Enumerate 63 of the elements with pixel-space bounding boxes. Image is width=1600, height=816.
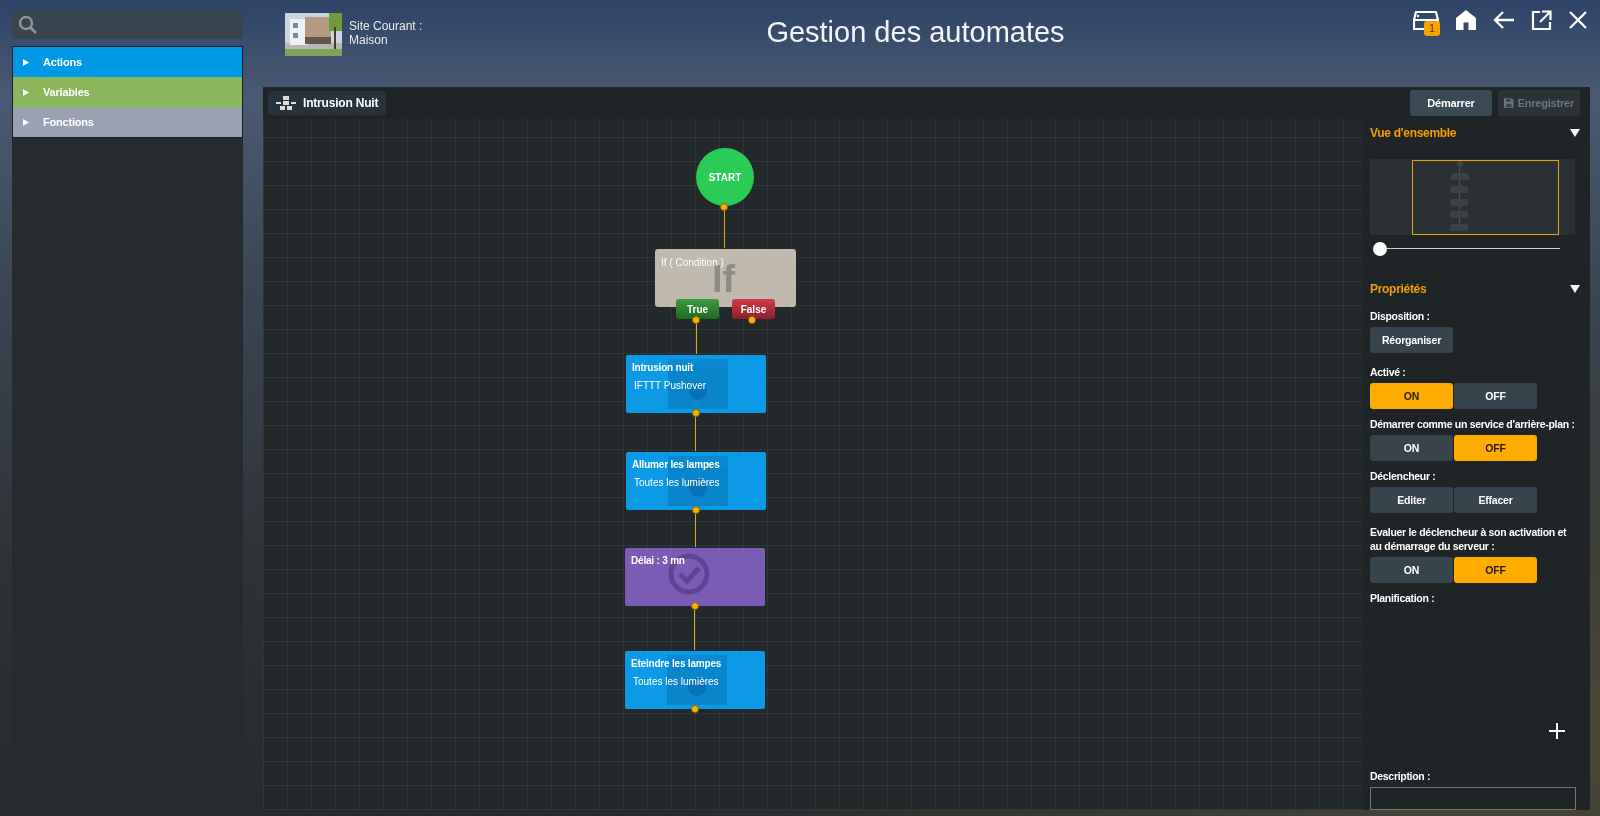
caret-icon[interactable]: [1570, 129, 1580, 137]
field-label: Déclencheur :: [1370, 469, 1437, 483]
action-node[interactable]: Allumer les lampes Toutes les lumières: [626, 452, 766, 510]
triangle-icon: [23, 118, 29, 126]
off-option[interactable]: OFF: [1454, 557, 1537, 583]
connector-dot[interactable]: [691, 602, 699, 610]
action-node[interactable]: Intrusion nuit IFTTT Pushover: [626, 355, 766, 413]
section-title: Vue d'ensemble: [1370, 126, 1457, 140]
connector-dot[interactable]: [748, 316, 756, 324]
on-option[interactable]: ON: [1370, 435, 1453, 461]
flowchart-icon: [276, 96, 296, 110]
page-title: Gestion des automates: [766, 16, 1065, 49]
save-icon: [1504, 96, 1514, 110]
connector-dot[interactable]: [720, 203, 728, 211]
connector-line: [695, 514, 696, 547]
back-icon[interactable]: [1493, 10, 1515, 30]
triangle-icon: [23, 58, 29, 66]
field-label: Activé :: [1370, 365, 1407, 379]
connector-line: [694, 610, 695, 650]
off-option[interactable]: OFF: [1454, 435, 1537, 461]
delay-node[interactable]: Délai : 3 mn: [625, 548, 765, 606]
inbox-icon[interactable]: [1413, 8, 1439, 32]
add-icon[interactable]: [1549, 723, 1565, 739]
connector-line: [724, 211, 725, 248]
off-option[interactable]: OFF: [1454, 383, 1537, 409]
on-option[interactable]: ON: [1370, 383, 1453, 409]
start-button[interactable]: Démarrer: [1410, 90, 1492, 116]
connector-line: [695, 417, 696, 451]
clapperboard-icon: [667, 655, 727, 705]
property-button[interactable]: Effacer: [1454, 487, 1537, 513]
action-node[interactable]: Eteindre les lampes Toutes les lumières: [625, 651, 765, 709]
section-title: Propriétés: [1370, 282, 1427, 296]
connector-dot[interactable]: [692, 316, 700, 324]
field-label: Evaluer le déclencheur à son activation et au démarrage du serveur :: [1370, 525, 1568, 553]
field-label: Disposition :: [1370, 309, 1431, 323]
notification-badge: 1: [1424, 21, 1441, 36]
property-button[interactable]: Editer: [1370, 487, 1453, 513]
automate-tab[interactable]: Intrusion Nuit: [268, 91, 387, 115]
site-label: Site Courant :: [349, 19, 423, 33]
minimap-drawing[interactable]: [1370, 159, 1575, 235]
close-icon[interactable]: [1568, 10, 1588, 30]
true-branch[interactable]: True: [676, 299, 719, 319]
caret-icon[interactable]: [1570, 285, 1580, 293]
clapperboard-icon: [668, 456, 728, 506]
open-external-icon[interactable]: [1531, 9, 1552, 31]
connector-dot[interactable]: [692, 409, 700, 417]
site-name: Maison: [349, 33, 389, 47]
field-label: Description :: [1370, 769, 1432, 783]
slider-thumb[interactable]: [1373, 242, 1387, 256]
on-option[interactable]: ON: [1370, 557, 1453, 583]
field-label: Démarrer comme un service d'arrière-plan :: [1370, 417, 1576, 431]
connector-dot[interactable]: [692, 506, 700, 514]
description-field[interactable]: [1370, 787, 1576, 810]
check-circle-icon: [667, 552, 711, 596]
field-label: Planification :: [1370, 591, 1436, 605]
property-button[interactable]: Réorganiser: [1370, 327, 1453, 353]
search-field[interactable]: [12, 11, 243, 39]
connector-line: [696, 324, 697, 354]
home-icon[interactable]: [1455, 9, 1477, 31]
triangle-icon: [23, 88, 29, 96]
connector-dot[interactable]: [691, 705, 699, 713]
search-icon: [18, 15, 38, 35]
false-branch[interactable]: False: [732, 299, 775, 319]
